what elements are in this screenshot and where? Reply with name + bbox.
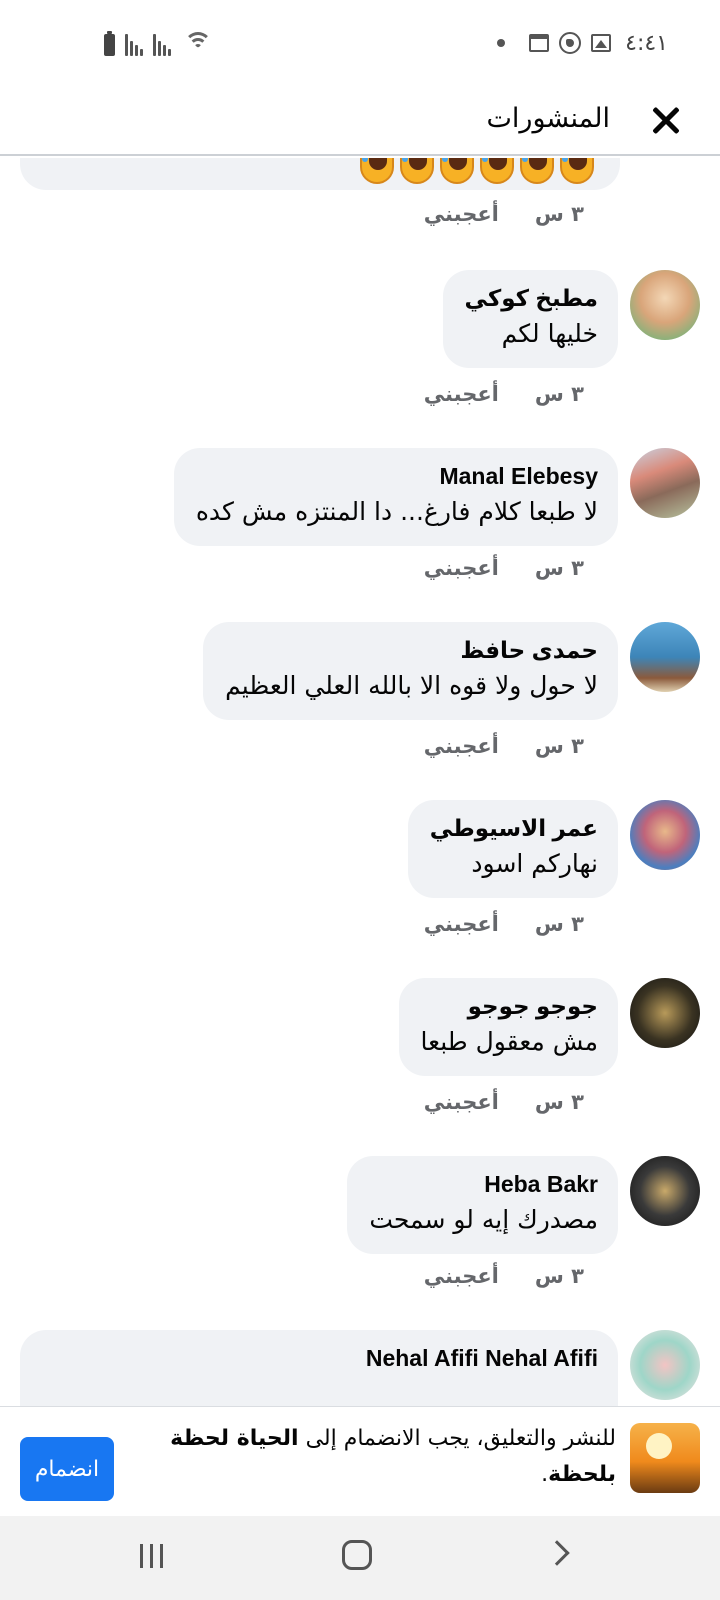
status-time: ٤:٤١ <box>625 30 668 56</box>
like-button[interactable]: أعجبني <box>424 734 499 758</box>
join-prompt-text: للنشر والتعليق، يجب الانضمام إلى الحياة … <box>170 1426 616 1487</box>
comment-text: نهاركم اسود <box>471 849 598 878</box>
commenter-name[interactable]: جوجو جوجو <box>421 990 598 1022</box>
comment-bubble[interactable]: Nehal Afifi Nehal Afifi <box>20 1330 618 1408</box>
close-icon[interactable] <box>642 96 690 144</box>
comment-meta: ٣ س أعجبني <box>424 1264 584 1288</box>
comment-meta: ٣ س أعجبني <box>424 1090 584 1114</box>
avatar[interactable] <box>630 1330 700 1400</box>
whatsapp-icon <box>559 32 582 54</box>
comment-bubble[interactable]: مطبخ كوكي خليها لكم <box>442 270 618 368</box>
signal-icon <box>125 34 143 56</box>
avatar[interactable] <box>630 978 700 1048</box>
commenter-name[interactable]: Nehal Afifi Nehal Afifi <box>42 1342 598 1374</box>
comment-text: لا حول ولا قوه الا بالله العلي العظيم <box>225 671 598 700</box>
laughing-emoji-icon <box>480 158 514 184</box>
recent-apps-icon[interactable] <box>140 1544 163 1568</box>
comment-time: ٣ س <box>534 382 584 406</box>
comment-bubble[interactable]: جوجو جوجو مش معقول طبعا <box>398 978 618 1076</box>
comment-meta: ٣ س أعجبني <box>424 202 584 226</box>
group-thumbnail[interactable] <box>630 1423 700 1493</box>
join-button[interactable]: انضمام <box>20 1437 114 1501</box>
status-left-icons <box>104 30 213 56</box>
comment-bubble[interactable]: Manal Elebesy لا طبعا كلام فارغ... دا ال… <box>173 448 618 546</box>
comment-bubble[interactable]: Heba Bakr مصدرك إيه لو سمحت <box>347 1156 618 1254</box>
avatar[interactable] <box>630 448 700 518</box>
comment-bubble[interactable]: عمر الاسيوطي نهاركم اسود <box>407 800 618 898</box>
signal-icon <box>153 34 171 56</box>
comment-time: ٣ س <box>534 556 584 580</box>
avatar[interactable] <box>630 800 700 870</box>
comment-time: ٣ س <box>534 912 584 936</box>
system-nav-bar <box>0 1516 720 1600</box>
commenter-name[interactable]: Manal Elebesy <box>196 460 598 492</box>
laughing-emoji-icon <box>440 158 474 184</box>
avatar[interactable] <box>630 270 700 340</box>
laughing-emoji-icon <box>520 158 554 184</box>
status-bar: ٤:٤١ <box>0 0 720 84</box>
comment-time: ٣ س <box>534 1264 584 1288</box>
like-button[interactable]: أعجبني <box>424 202 499 226</box>
comment-meta: ٣ س أعجبني <box>424 912 584 936</box>
page-title: المنشورات <box>486 103 610 134</box>
back-icon[interactable] <box>544 1540 570 1566</box>
avatar[interactable] <box>630 1156 700 1226</box>
comment-time: ٣ س <box>534 202 584 226</box>
laughing-emoji-icon <box>560 158 594 184</box>
like-button[interactable]: أعجبني <box>424 912 499 936</box>
like-button[interactable]: أعجبني <box>424 1264 499 1288</box>
wifi-icon <box>183 32 213 56</box>
comment-time: ٣ س <box>534 1090 584 1114</box>
like-button[interactable]: أعجبني <box>424 382 499 406</box>
battery-icon <box>104 31 115 56</box>
comments-feed[interactable]: ٣ س أعجبني مطبخ كوكي خليها لكم ٣ س أعجبن… <box>0 158 720 1408</box>
commenter-name[interactable]: حمدى حافظ <box>225 634 598 666</box>
commenter-name[interactable]: عمر الاسيوطي <box>430 812 598 844</box>
calendar-icon <box>529 34 550 52</box>
like-button[interactable]: أعجبني <box>424 556 499 580</box>
laughing-emoji-icon <box>360 158 394 184</box>
comment-bubble[interactable]: حمدى حافظ لا حول ولا قوه الا بالله العلي… <box>203 622 618 720</box>
emoji-row <box>360 158 594 184</box>
comment-meta: ٣ س أعجبني <box>424 556 584 580</box>
comment-time: ٣ س <box>534 734 584 758</box>
comment-text: مصدرك إيه لو سمحت <box>369 1205 598 1234</box>
commenter-name[interactable]: مطبخ كوكي <box>465 282 598 314</box>
laughing-emoji-icon <box>400 158 434 184</box>
comment-text: مش معقول طبعا <box>420 1027 598 1056</box>
home-icon[interactable] <box>342 1540 372 1570</box>
gallery-icon <box>591 34 612 52</box>
join-group-bar: للنشر والتعليق، يجب الانضمام إلى الحياة … <box>0 1406 720 1516</box>
comment-meta: ٣ س أعجبني <box>424 382 584 406</box>
commenter-name[interactable]: Heba Bakr <box>369 1168 598 1200</box>
status-right-icons: ٤:٤١ <box>497 28 668 58</box>
like-button[interactable]: أعجبني <box>424 1090 499 1114</box>
comment-meta: ٣ س أعجبني <box>424 734 584 758</box>
avatar[interactable] <box>630 622 700 692</box>
comment-text: خليها لكم <box>501 319 598 348</box>
comment-text: لا طبعا كلام فارغ... دا المنتزه مش كده <box>195 497 598 526</box>
dot-icon <box>497 39 506 47</box>
header: المنشورات <box>0 84 720 156</box>
